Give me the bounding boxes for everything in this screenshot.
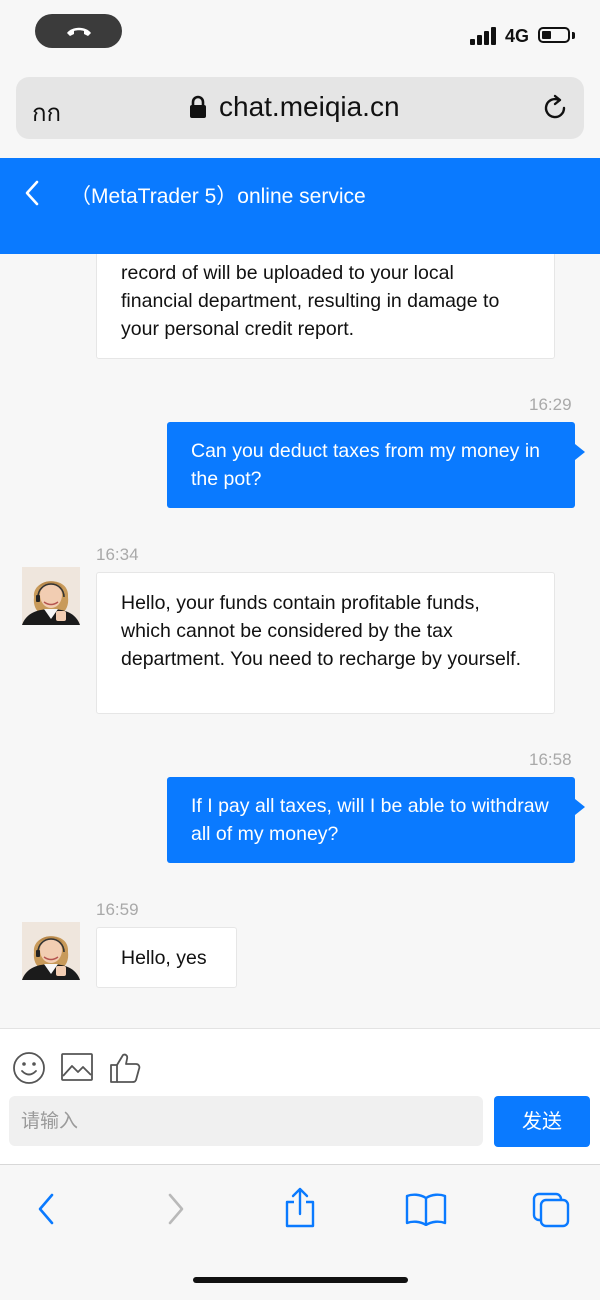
battery-tip bbox=[572, 32, 575, 39]
smiley-icon[interactable] bbox=[12, 1051, 46, 1085]
message-text: Hello, yes bbox=[121, 947, 207, 969]
message-text: Hello, your funds contain profitable fun… bbox=[121, 592, 522, 670]
message-text: If I pay all taxes, will I be able to wi… bbox=[191, 795, 549, 845]
share-icon[interactable] bbox=[283, 1187, 317, 1229]
message-input[interactable] bbox=[9, 1096, 483, 1146]
user-message: If I pay all taxes, will I be able to wi… bbox=[167, 777, 585, 863]
message-text: Can you deduct taxes from my money in th… bbox=[191, 440, 540, 490]
status-bar: 4G bbox=[0, 0, 600, 70]
message-list[interactable]: record of will be uploaded to your local… bbox=[0, 254, 600, 1028]
send-button[interactable]: 发送 bbox=[494, 1096, 590, 1147]
chat-header: （MetaTrader 5）online service bbox=[0, 158, 600, 254]
cellular-signal-icon bbox=[470, 27, 498, 45]
browser-toolbar bbox=[0, 1164, 600, 1300]
agent-message: record of will be uploaded to your local… bbox=[96, 254, 555, 359]
url-text[interactable]: chat.meiqia.cn bbox=[219, 91, 400, 123]
message-time: 16:34 bbox=[96, 545, 139, 564]
agent-message: Hello, yes bbox=[96, 927, 237, 988]
lock-icon bbox=[190, 95, 206, 118]
text-size-button[interactable]: กก bbox=[32, 93, 61, 132]
reload-icon[interactable] bbox=[540, 93, 570, 123]
page-title: （MetaTrader 5）online service bbox=[70, 185, 366, 208]
phone-icon bbox=[67, 27, 91, 36]
network-type: 4G bbox=[505, 26, 530, 46]
thumbs-up-icon[interactable] bbox=[108, 1051, 142, 1085]
message-time: 16:58 bbox=[529, 750, 572, 769]
message-input-box[interactable] bbox=[9, 1096, 483, 1146]
agent-avatar bbox=[22, 567, 80, 625]
message-text: record of will be uploaded to your local… bbox=[121, 262, 500, 340]
tabs-icon[interactable] bbox=[531, 1191, 571, 1229]
user-message: Can you deduct taxes from my money in th… bbox=[167, 422, 585, 508]
back-icon[interactable] bbox=[34, 1191, 58, 1227]
agent-avatar bbox=[22, 922, 80, 980]
image-icon[interactable] bbox=[60, 1051, 94, 1083]
forward-icon[interactable] bbox=[164, 1191, 188, 1227]
message-time: 16:59 bbox=[96, 900, 139, 919]
message-composer: 发送 bbox=[0, 1028, 600, 1165]
agent-message: Hello, your funds contain profitable fun… bbox=[96, 572, 555, 714]
message-time: 16:29 bbox=[529, 395, 572, 414]
address-bar[interactable]: กก chat.meiqia.cn bbox=[16, 77, 584, 139]
chevron-left-icon[interactable] bbox=[22, 178, 42, 208]
home-indicator bbox=[193, 1277, 408, 1283]
bookmarks-icon[interactable] bbox=[405, 1192, 447, 1226]
active-call-pill[interactable] bbox=[35, 14, 122, 48]
battery-icon bbox=[538, 27, 570, 43]
